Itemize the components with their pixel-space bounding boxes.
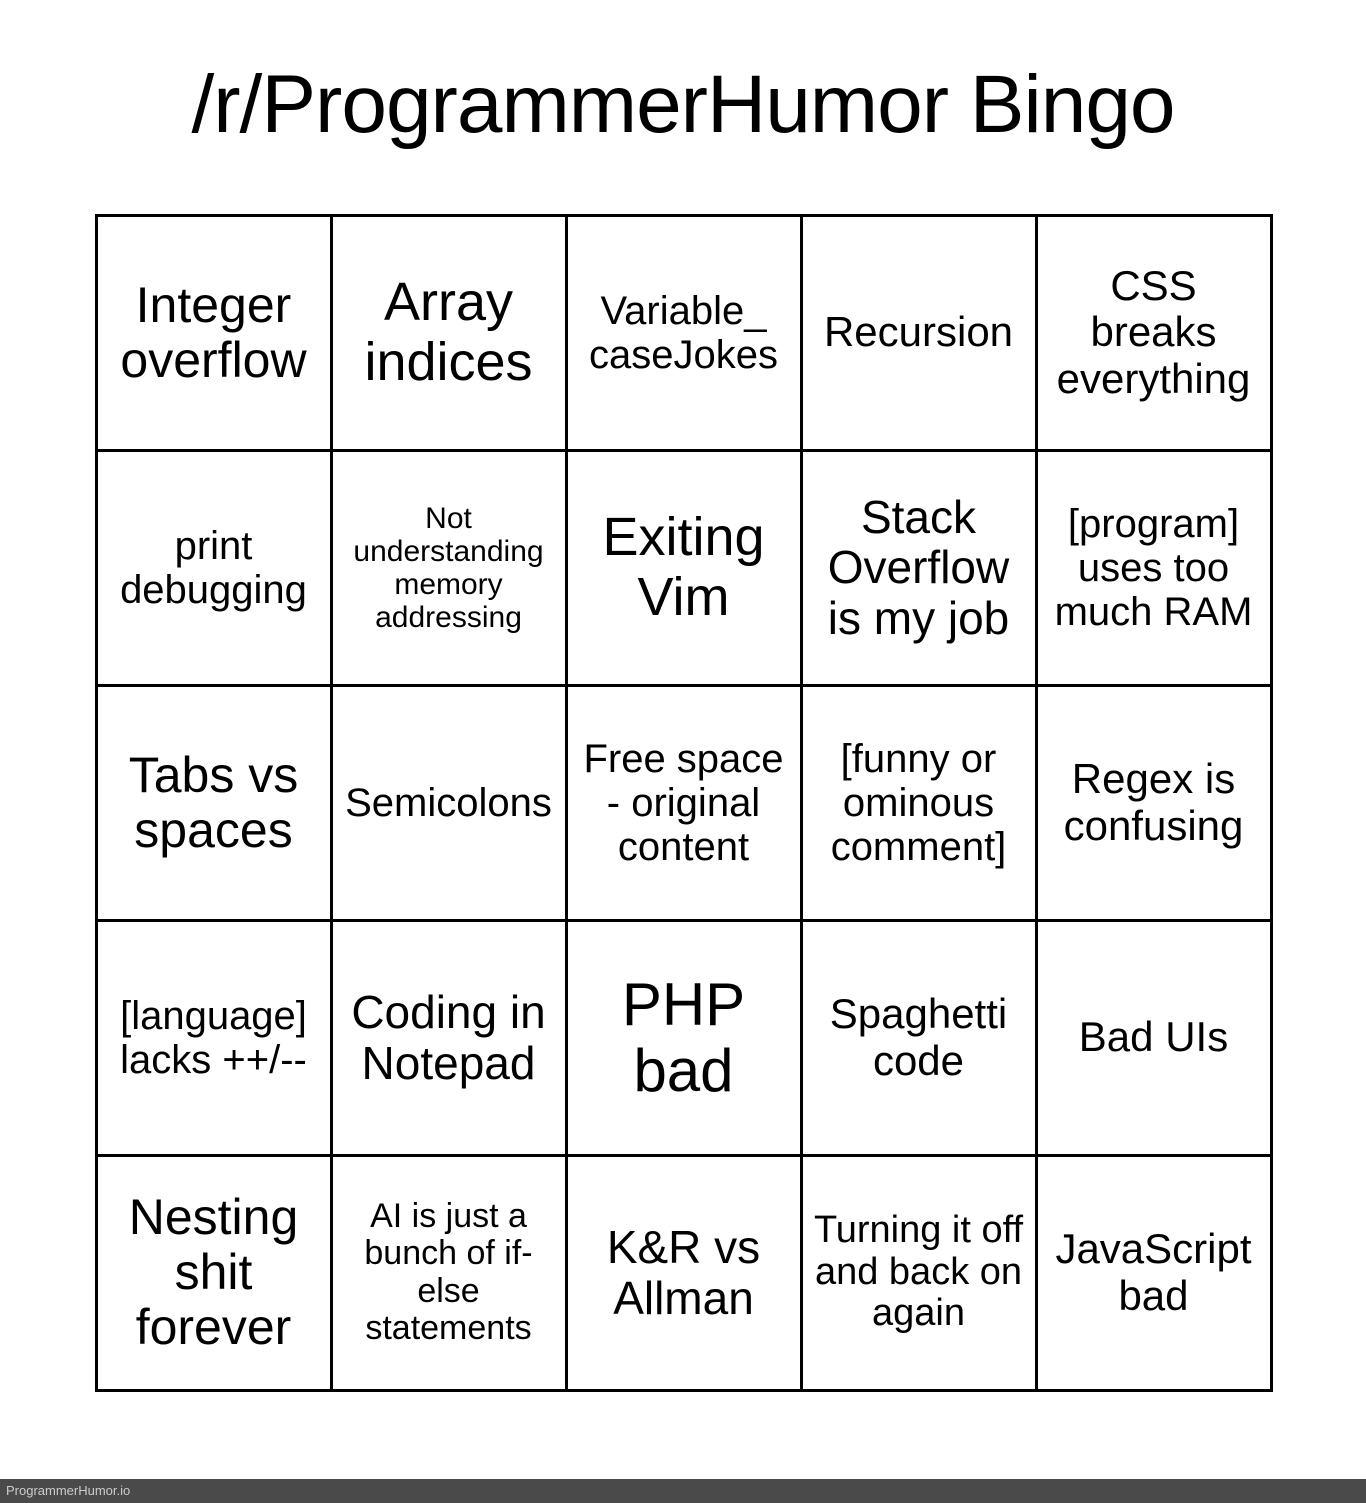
- bingo-cell-1-3: Stack Overflow is my job: [800, 449, 1038, 687]
- bingo-cell-0-4: CSS breaks everything: [1035, 214, 1273, 452]
- cell-text: Coding in Notepad: [341, 987, 557, 1088]
- bingo-cell-1-0: print debugging: [95, 449, 333, 687]
- bingo-cell-0-2: Variable_ caseJokes: [565, 214, 803, 452]
- cell-text: Spaghetti code: [811, 991, 1027, 1083]
- cell-text: [program] uses too much RAM: [1046, 502, 1262, 634]
- cell-text: AI is just a bunch of if-else statements: [341, 1198, 557, 1348]
- cell-text: [funny or ominous comment]: [811, 737, 1027, 869]
- bingo-cell-2-2: Free space - original content: [565, 684, 803, 922]
- cell-text: print debugging: [106, 524, 322, 612]
- cell-text: Stack Overflow is my job: [811, 492, 1027, 644]
- cell-text: K&R vs Allman: [576, 1222, 792, 1323]
- cell-text: JavaScript bad: [1046, 1226, 1262, 1318]
- watermark-text: ProgrammerHumor.io: [0, 1483, 130, 1498]
- page-title: /r/ProgrammerHumor Bingo: [0, 0, 1366, 152]
- bingo-cell-4-4: JavaScript bad: [1035, 1154, 1273, 1392]
- cell-text: Tabs vs spaces: [106, 748, 322, 858]
- bingo-cell-1-2: Exiting Vim: [565, 449, 803, 687]
- cell-text: [language] lacks ++/--: [106, 994, 322, 1082]
- cell-text: PHP bad: [576, 972, 792, 1104]
- bingo-cell-3-1: Coding in Notepad: [330, 919, 568, 1157]
- watermark-bar: ProgrammerHumor.io: [0, 1479, 1366, 1503]
- bingo-cell-3-2: PHP bad: [565, 919, 803, 1157]
- cell-text: CSS breaks everything: [1046, 263, 1262, 402]
- bingo-cell-2-0: Tabs vs spaces: [95, 684, 333, 922]
- cell-text: Nesting shit forever: [106, 1190, 322, 1355]
- bingo-cell-2-1: Semicolons: [330, 684, 568, 922]
- cell-text: Semicolons: [345, 781, 552, 825]
- bingo-cell-3-0: [language] lacks ++/--: [95, 919, 333, 1157]
- bingo-cell-4-3: Turning it off and back on again: [800, 1154, 1038, 1392]
- cell-text: Not understanding memory addressing: [341, 502, 557, 634]
- bingo-cell-0-0: Integer overflow: [95, 214, 333, 452]
- cell-text: Variable_ caseJokes: [576, 289, 792, 377]
- cell-text: Integer overflow: [106, 278, 322, 388]
- bingo-cell-4-0: Nesting shit forever: [95, 1154, 333, 1392]
- bingo-cell-1-1: Not understanding memory addressing: [330, 449, 568, 687]
- cell-text: Bad UIs: [1079, 1014, 1228, 1060]
- bingo-card: /r/ProgrammerHumor Bingo Integer overflo…: [0, 0, 1366, 1503]
- cell-text: Exiting Vim: [576, 508, 792, 627]
- cell-text: Recursion: [824, 309, 1013, 355]
- bingo-cell-3-3: Spaghetti code: [800, 919, 1038, 1157]
- cell-text: Array indices: [341, 273, 557, 392]
- bingo-cell-0-1: Array indices: [330, 214, 568, 452]
- bingo-cell-3-4: Bad UIs: [1035, 919, 1273, 1157]
- bingo-cell-4-1: AI is just a bunch of if-else statements: [330, 1154, 568, 1392]
- bingo-cell-2-4: Regex is confusing: [1035, 684, 1273, 922]
- cell-text: Turning it off and back on again: [811, 1210, 1027, 1335]
- bingo-grid: Integer overflow Array indices Variable_…: [96, 215, 1271, 1390]
- bingo-cell-0-3: Recursion: [800, 214, 1038, 452]
- bingo-cell-1-4: [program] uses too much RAM: [1035, 449, 1273, 687]
- bingo-cell-2-3: [funny or ominous comment]: [800, 684, 1038, 922]
- cell-text: Free space - original content: [576, 737, 792, 869]
- bingo-cell-4-2: K&R vs Allman: [565, 1154, 803, 1392]
- cell-text: Regex is confusing: [1046, 756, 1262, 848]
